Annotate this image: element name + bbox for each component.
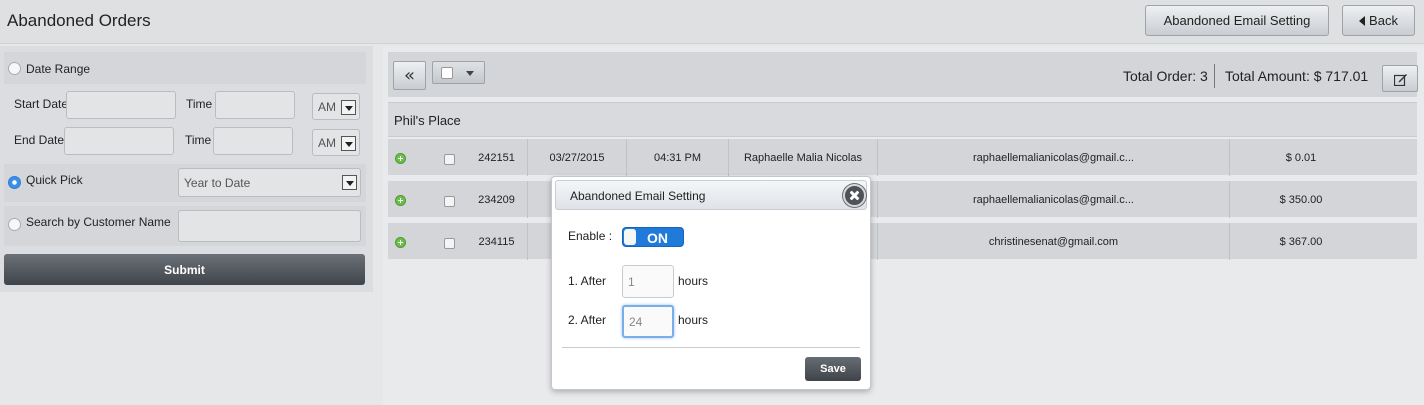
orders-toolbar: « Total Order: 3 Total Amount: $ 717.01 (388, 52, 1418, 97)
order-id: 234209 (466, 181, 528, 218)
customer-search-label: Search by Customer Name (26, 215, 171, 229)
table-row[interactable]: 234115 christinesenat@gmail.com $ 367.00 (388, 223, 1417, 260)
customer-name: Raphaelle Malia Nicolas (729, 139, 878, 176)
table-row[interactable]: 242151 03/27/2015 04:31 PM Raphaelle Mal… (388, 139, 1417, 176)
dialog-divider (562, 347, 860, 348)
abandoned-email-setting-dialog: Abandoned Email Setting Enable : ON 1. A… (551, 176, 871, 390)
end-date-input[interactable] (64, 127, 174, 155)
end-ampm-select[interactable]: AM (312, 129, 360, 156)
expand-plus-icon[interactable] (395, 153, 406, 164)
dialog-title: Abandoned Email Setting (570, 189, 706, 203)
enable-toggle[interactable]: ON (622, 227, 684, 247)
table-row[interactable]: 234209 raphaellemalianicolas@gmail.c... … (388, 181, 1417, 218)
date-range-radio[interactable] (8, 62, 21, 75)
customer-email: christinesenat@gmail.com (878, 223, 1230, 260)
end-time-label: Time (185, 133, 212, 147)
page-title: Abandoned Orders (7, 11, 151, 30)
customer-search-input[interactable] (178, 210, 361, 242)
chevron-down-icon (341, 100, 356, 115)
abandoned-email-setting-button[interactable]: Abandoned Email Setting (1145, 5, 1329, 36)
after2-hours-label: hours (678, 313, 709, 327)
date-range-label: Date Range (26, 62, 91, 76)
quick-pick-radio[interactable] (8, 176, 21, 189)
end-ampm-value: AM (318, 135, 336, 150)
toggle-knob (624, 229, 636, 245)
end-date-label: End Date (14, 133, 65, 147)
end-time-input[interactable] (213, 127, 293, 155)
row-checkbox[interactable] (444, 238, 455, 249)
start-ampm-select[interactable]: AM (312, 93, 360, 120)
save-button[interactable]: Save (805, 357, 861, 381)
store-header: Phil's Place (388, 102, 1417, 137)
row-checkbox[interactable] (444, 154, 455, 165)
back-button-label: Back (1369, 13, 1398, 28)
start-date-input[interactable] (66, 91, 176, 119)
edit-icon (1394, 74, 1407, 86)
page-header: Abandoned Orders Abandoned Email Setting… (0, 0, 1424, 44)
after1-hours-label: hours (678, 274, 709, 288)
divider (1214, 64, 1215, 88)
total-amount: Total Amount: $ 717.01 (1225, 68, 1369, 84)
enable-label: Enable : (568, 229, 613, 243)
quick-pick-select[interactable]: Year to Date (178, 168, 361, 197)
toggle-text: ON (647, 230, 668, 246)
store-name: Phil's Place (394, 113, 461, 128)
after2-label: 2. After (568, 313, 607, 327)
order-amount: $ 367.00 (1279, 235, 1323, 248)
dialog-header: Abandoned Email Setting (555, 180, 867, 210)
total-order: Total Order: 3 (1123, 68, 1208, 84)
orders-panel: « Total Order: 3 Total Amount: $ 717.01 … (383, 46, 1424, 405)
caret-down-icon (466, 71, 474, 76)
order-amount: $ 350.00 (1279, 193, 1323, 206)
after2-hours-input[interactable]: 24 (622, 305, 674, 338)
select-all-checkbox[interactable] (441, 67, 453, 79)
double-chevron-left-icon: « (403, 65, 415, 86)
order-amount: $ 0.01 (1285, 151, 1317, 164)
chevron-down-icon (341, 136, 356, 151)
close-icon[interactable] (843, 184, 866, 207)
start-ampm-value: AM (318, 99, 336, 114)
back-arrow-icon (1359, 15, 1366, 26)
order-time: 04:31 PM (627, 139, 729, 176)
row-checkbox[interactable] (444, 196, 455, 207)
bulk-select-dropdown[interactable] (432, 61, 485, 84)
edit-button[interactable] (1382, 65, 1418, 92)
customer-email: raphaellemalianicolas@gmail.c... (878, 139, 1230, 176)
collapse-panel-button[interactable]: « (393, 61, 426, 90)
after1-hours-input[interactable]: 1 (622, 265, 674, 298)
quick-pick-value: Year to Date (184, 175, 251, 190)
start-time-label: Time (186, 97, 213, 111)
filter-panel: Date Range Start Date Time AM End Date T… (0, 46, 373, 292)
quick-pick-row: Quick Pick Year to Date (4, 164, 366, 202)
submit-button[interactable]: Submit (4, 254, 365, 285)
order-id: 242151 (466, 139, 528, 176)
quick-pick-label: Quick Pick (26, 173, 83, 187)
after1-label: 1. After (568, 274, 607, 288)
expand-plus-icon[interactable] (395, 195, 406, 206)
customer-search-radio[interactable] (8, 218, 21, 231)
start-date-label: Start Date (14, 97, 69, 111)
chevron-down-icon (342, 175, 357, 190)
order-id: 234115 (466, 223, 528, 260)
customer-search-row: Search by Customer Name (4, 206, 366, 246)
customer-email: raphaellemalianicolas@gmail.c... (878, 181, 1230, 218)
start-time-input[interactable] (215, 91, 295, 119)
expand-plus-icon[interactable] (395, 237, 406, 248)
back-button[interactable]: Back (1342, 5, 1415, 36)
order-date: 03/27/2015 (528, 139, 627, 176)
date-range-row: Date Range (4, 52, 366, 84)
